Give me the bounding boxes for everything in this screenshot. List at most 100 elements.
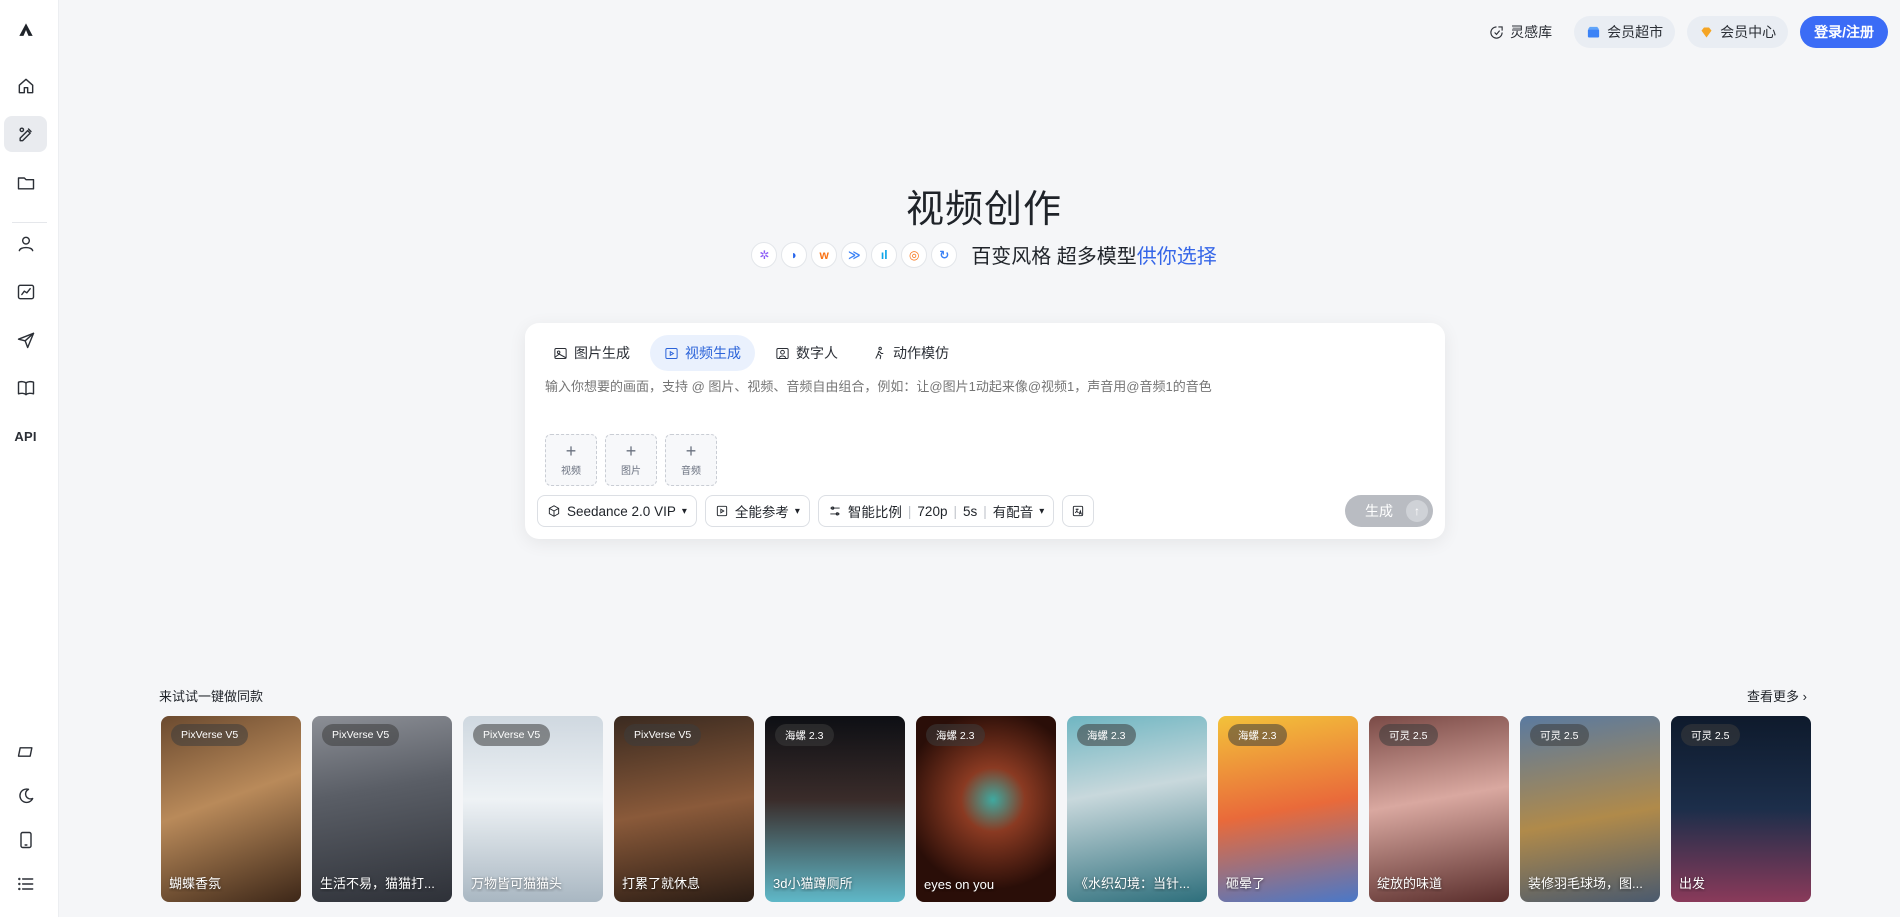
gallery-caption: 蝴蝶香氛: [169, 876, 222, 891]
model-logo-icon: ↻: [931, 241, 958, 268]
model-badge: PixVerse V5: [171, 724, 249, 746]
gallery-caption: 装修羽毛球场，图...: [1528, 876, 1643, 891]
motion-icon: [875, 346, 884, 359]
chevron-down-icon: ▾: [681, 505, 687, 517]
member-market-label: 会员超市: [1607, 24, 1664, 40]
reference-select[interactable]: 全能参考 ▾: [704, 495, 810, 527]
video-settings-select[interactable]: 智能比例 | 720p | 5s | 有配音 ▾: [817, 495, 1055, 527]
gallery-card[interactable]: PixVerse V5 打累了就休息: [614, 716, 754, 902]
video-icon: [665, 347, 678, 359]
divider: |: [907, 503, 912, 519]
book-icon[interactable]: [4, 370, 47, 406]
hero-subtitle: ✲ ◗ w ≫ ıl ◎ ↻ 百变风格 超多模型供你选择: [0, 240, 1900, 269]
page-title: 视频创作: [905, 189, 1062, 231]
plus-icon: +: [685, 441, 697, 461]
gallery-card[interactable]: 海螺 2.3 eyes on you: [916, 716, 1056, 902]
login-register-button[interactable]: 登录/注册: [1800, 16, 1888, 48]
inspiration-label: 灵感库: [1510, 24, 1553, 40]
inspiration-icon: [1490, 25, 1503, 39]
divider: |: [953, 503, 957, 519]
hero-tagline: 百变风格 超多模型供你选择: [971, 240, 1217, 269]
mobile-icon[interactable]: [4, 822, 47, 858]
generation-controls: Seedance 2.0 VIP ▾ 全能参考 ▾ 智能比例 | 720p | …: [537, 495, 1095, 527]
sidebar: API: [0, 0, 59, 917]
gallery-title: 来试试一键做同款: [159, 689, 264, 704]
tab-label: 视频生成: [685, 345, 741, 361]
device-switch-icon[interactable]: [4, 734, 47, 770]
chart-icon[interactable]: [4, 274, 47, 310]
reference-value: 全能参考: [734, 505, 789, 520]
tab-label: 动作模仿: [893, 345, 949, 361]
store-icon: [1587, 26, 1600, 37]
resolution-value: 720p: [917, 503, 948, 519]
gallery-card[interactable]: 可灵 2.5 装修羽毛球场，图...: [1520, 716, 1660, 902]
gallery-card[interactable]: PixVerse V5 万物皆可猫猫头: [463, 716, 603, 902]
ratio-value: 智能比例: [847, 505, 902, 520]
upload-label: 视频: [561, 466, 581, 477]
gallery-card[interactable]: 海螺 2.3 《水织幻境：当针...: [1067, 716, 1207, 902]
hero-tagline-plain: 百变风格 超多模型: [971, 246, 1137, 268]
api-icon[interactable]: API: [4, 418, 47, 454]
send-icon[interactable]: [4, 322, 47, 358]
model-badge: 海螺 2.3: [775, 724, 834, 746]
upload-slots: + 视频 + 图片 + 音频: [545, 434, 717, 486]
gallery-card[interactable]: 可灵 2.5 绽放的味道: [1369, 716, 1509, 902]
digital-human-icon: [776, 347, 789, 359]
tab-video-generation[interactable]: 视频生成: [650, 335, 755, 371]
tab-digital-human[interactable]: 数字人: [761, 335, 852, 371]
model-badge: 可灵 2.5: [1681, 724, 1740, 746]
upload-video-button[interactable]: + 视频: [545, 434, 597, 486]
gallery-caption: 《水织幻境：当针...: [1075, 876, 1190, 891]
generate-button[interactable]: 生成 ↑: [1345, 495, 1433, 527]
image-icon: [554, 347, 567, 359]
inspiration-link[interactable]: 灵感库: [1479, 16, 1562, 48]
gallery-caption: 出发: [1679, 876, 1706, 891]
gallery-caption: 砸晕了: [1226, 876, 1266, 891]
gallery-card[interactable]: 海螺 2.3 3d小猫蹲厕所: [765, 716, 905, 902]
template-gallery: PixVerse V5 蝴蝶香氛 PixVerse V5 生活不易，猫猫打... Pix…: [161, 716, 1811, 902]
view-more-link[interactable]: 查看更多 ›: [1747, 686, 1807, 705]
member-market-button[interactable]: 会员超市: [1574, 16, 1676, 48]
top-bar: 灵感库 会员超市 会员中心 登录/注册: [1479, 16, 1888, 48]
member-center-label: 会员中心: [1720, 24, 1777, 40]
diamond-icon: [1701, 27, 1712, 37]
tab-motion-imitation[interactable]: 动作模仿: [858, 335, 963, 371]
upload-audio-button[interactable]: + 音频: [665, 434, 717, 486]
translate-icon: [1073, 505, 1084, 517]
upload-image-button[interactable]: + 图片: [605, 434, 657, 486]
cube-icon: [548, 505, 560, 517]
menu-list-icon[interactable]: [4, 866, 47, 902]
member-center-button[interactable]: 会员中心: [1687, 16, 1789, 48]
tab-label: 数字人: [796, 345, 838, 361]
theme-moon-icon[interactable]: [4, 778, 47, 814]
gallery-card[interactable]: 海螺 2.3 砸晕了: [1218, 716, 1358, 902]
model-badge: PixVerse V5: [322, 724, 400, 746]
gallery-caption: 打累了就休息: [622, 876, 701, 891]
home-icon[interactable]: [4, 68, 47, 104]
view-more-label: 查看更多: [1747, 689, 1800, 704]
upload-label: 图片: [621, 466, 641, 477]
plus-icon: +: [625, 441, 637, 461]
model-select[interactable]: Seedance 2.0 VIP ▾: [537, 495, 697, 527]
gallery-card[interactable]: PixVerse V5 生活不易，猫猫打...: [312, 716, 452, 902]
model-logos: ✲ ◗ w ≫ ıl ◎ ↻: [751, 241, 958, 268]
logo-icon[interactable]: [4, 12, 47, 48]
chevron-down-icon: ▾: [794, 505, 800, 517]
mode-tabs: 图片生成 视频生成 数字人 动作模仿: [539, 335, 963, 371]
model-logo-icon: ✲: [751, 241, 778, 268]
upload-label: 音频: [681, 466, 701, 477]
tab-image-generation[interactable]: 图片生成: [539, 335, 644, 371]
create-icon[interactable]: [4, 116, 47, 152]
arrow-up-icon: ↑: [1406, 500, 1428, 522]
prompt-input[interactable]: [545, 379, 1415, 394]
model-badge: PixVerse V5: [624, 724, 702, 746]
gallery-caption: eyes on you: [924, 877, 995, 892]
gallery-card[interactable]: PixVerse V5 蝴蝶香氛: [161, 716, 301, 902]
model-logo-icon: w: [811, 241, 838, 268]
sliders-icon: [830, 506, 840, 516]
model-logo-icon: ◗: [781, 241, 808, 268]
gallery-card[interactable]: 可灵 2.5 出发: [1671, 716, 1811, 902]
translate-button[interactable]: [1062, 495, 1095, 527]
divider: |: [983, 503, 987, 519]
model-badge: 可灵 2.5: [1530, 724, 1589, 746]
